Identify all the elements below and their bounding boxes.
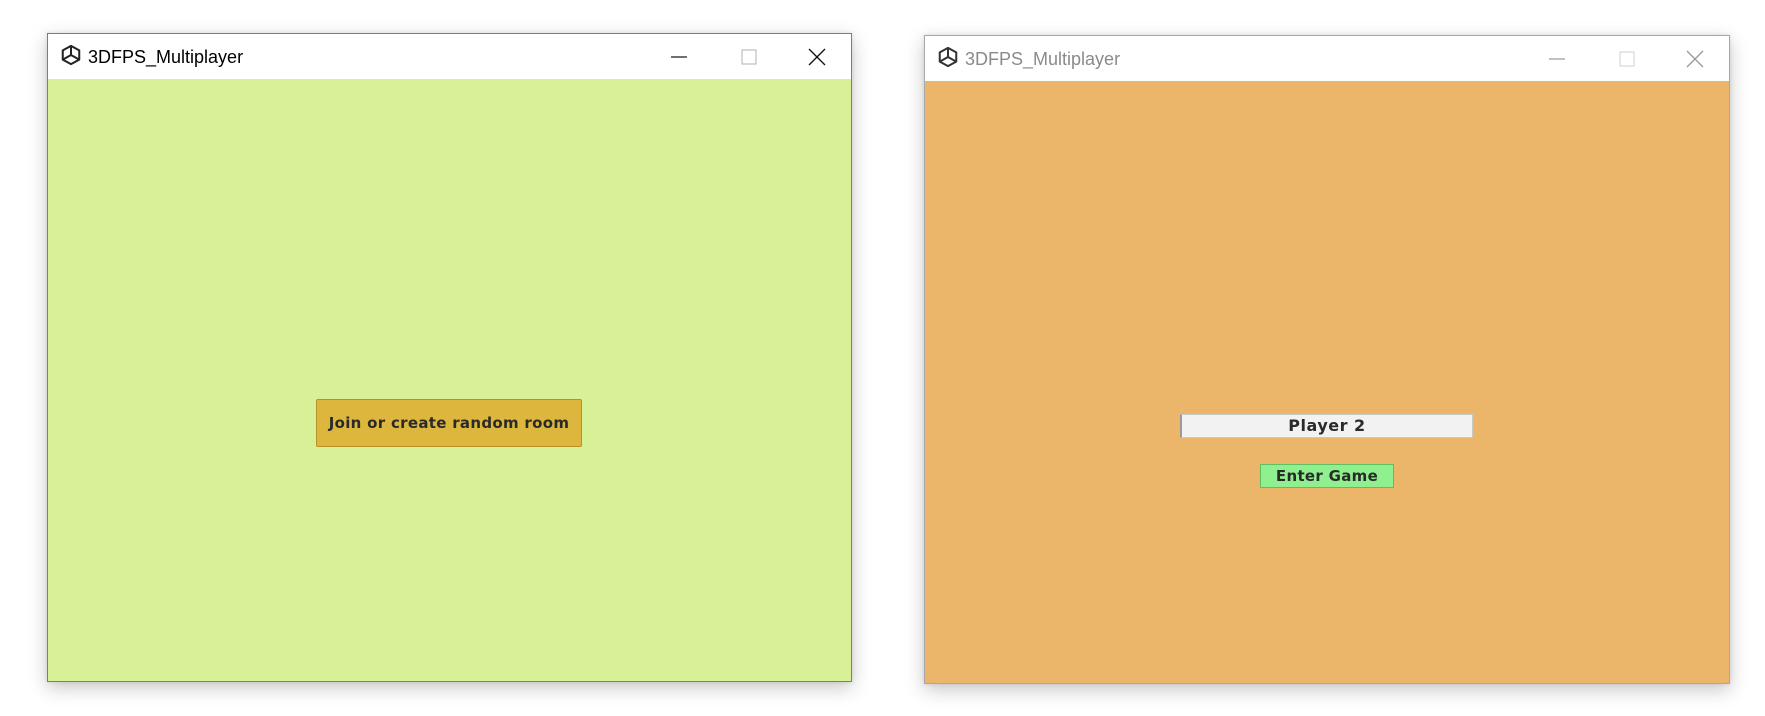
game-window-right: 3DFPS_Multiplayer Player 2 Enter Game (924, 35, 1730, 684)
unity-logo-icon (61, 44, 81, 66)
title-bar[interactable]: 3DFPS_Multiplayer (925, 36, 1729, 81)
join-room-button[interactable]: Join or create random room (316, 399, 582, 447)
maximize-button[interactable] (1593, 36, 1661, 81)
maximize-icon (741, 49, 757, 64)
window-title: 3DFPS_Multiplayer (965, 49, 1121, 69)
minimize-icon (1549, 57, 1565, 60)
game-viewport: Player 2 Enter Game (925, 81, 1729, 683)
close-button[interactable] (1661, 36, 1729, 81)
game-window-left: 3DFPS_Multiplayer Join or create random … (47, 33, 852, 682)
title-bar[interactable]: 3DFPS_Multiplayer (48, 34, 851, 79)
game-viewport: Join or create random room (48, 79, 851, 681)
enter-game-button[interactable]: Enter Game (1260, 464, 1394, 488)
close-icon (1686, 50, 1704, 67)
maximize-button[interactable] (715, 34, 783, 79)
unity-logo-icon (938, 46, 958, 68)
minimize-button[interactable] (1523, 36, 1591, 81)
close-icon (808, 48, 826, 65)
minimize-button[interactable] (645, 34, 713, 79)
close-button[interactable] (783, 34, 851, 79)
player-name-input[interactable]: Player 2 (1180, 414, 1473, 438)
minimize-icon (671, 55, 687, 58)
maximize-icon (1619, 51, 1635, 66)
window-title: 3DFPS_Multiplayer (88, 47, 244, 67)
